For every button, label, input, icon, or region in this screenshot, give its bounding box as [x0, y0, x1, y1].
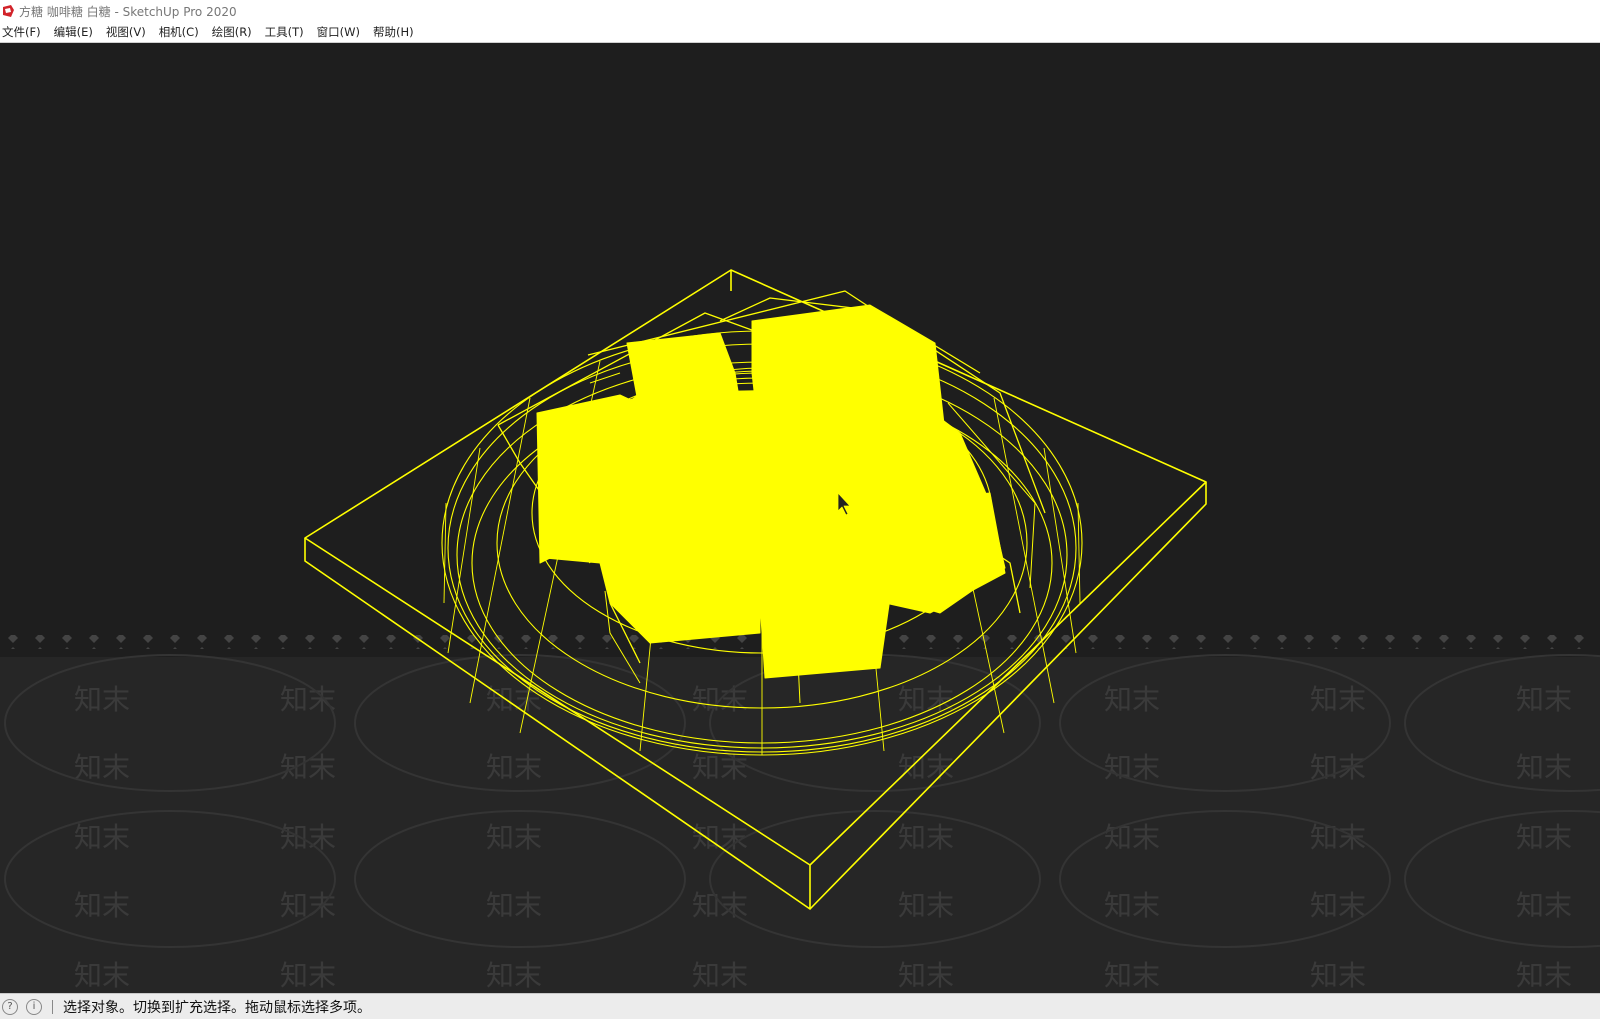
window-title: 方糖 咖啡糖 白糖 - SketchUp Pro 2020 [19, 4, 237, 19]
menu-bar: 文件(F) 编辑(E) 视图(V) 相机(C) 绘图(R) 工具(T) 窗口(W… [0, 22, 1600, 43]
status-separator [52, 1000, 53, 1014]
sugar-cubes[interactable] [536, 304, 1006, 679]
menu-view[interactable]: 视图(V) [104, 22, 153, 42]
menu-draw[interactable]: 绘图(R) [210, 22, 259, 42]
geo-location-icon[interactable]: ? [2, 999, 18, 1015]
menu-camera[interactable]: 相机(C) [157, 22, 206, 42]
menu-edit[interactable]: 编辑(E) [52, 22, 100, 42]
status-bar: ? i 选择对象。切换到扩充选择。拖动鼠标选择多项。 [0, 993, 1600, 1019]
model-viewport[interactable]: 知末 知末 [0, 43, 1600, 993]
menu-window[interactable]: 窗口(W) [315, 22, 367, 42]
status-message: 选择对象。切换到扩充选择。拖动鼠标选择多项。 [63, 1000, 371, 1016]
info-icon[interactable]: i [26, 999, 42, 1015]
sketchup-logo-icon [3, 5, 14, 17]
viewport-canvas[interactable]: 知末 知末 [0, 43, 1600, 993]
menu-help[interactable]: 帮助(H) [371, 22, 421, 42]
watermark-overlay [0, 635, 1600, 993]
sketchup-window: 方糖 咖啡糖 白糖 - SketchUp Pro 2020 文件(F) 编辑(E… [0, 0, 1600, 1019]
menu-tools[interactable]: 工具(T) [263, 22, 311, 42]
menu-file[interactable]: 文件(F) [0, 22, 48, 42]
title-bar: 方糖 咖啡糖 白糖 - SketchUp Pro 2020 [0, 0, 1600, 22]
